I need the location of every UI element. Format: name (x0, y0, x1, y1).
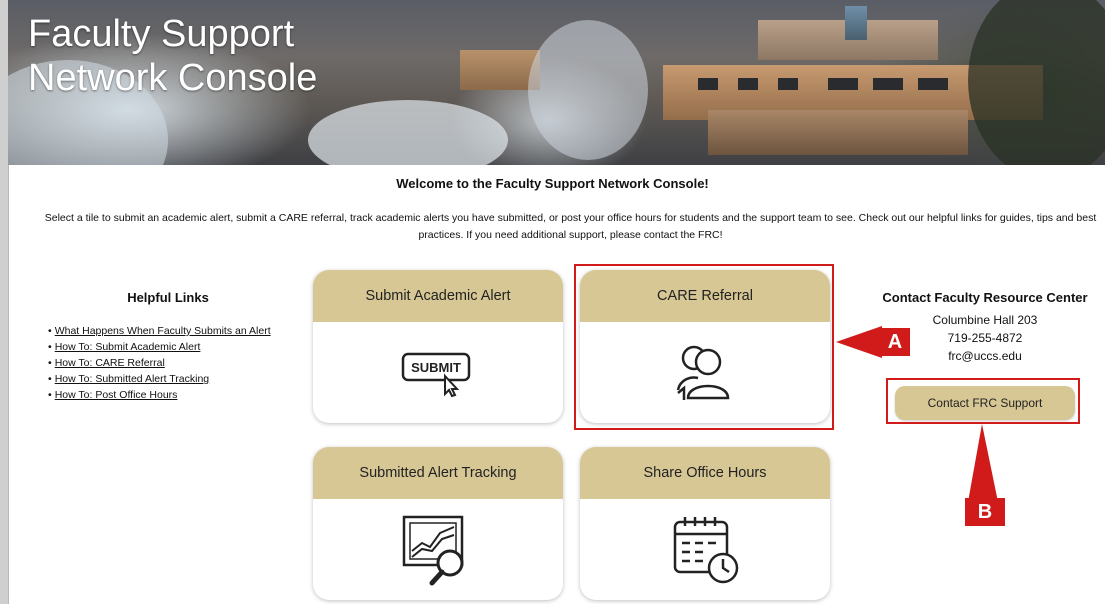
bullet: • (48, 325, 52, 337)
helpful-links-list: • What Happens When Faculty Submits an Al… (48, 323, 288, 403)
alert-tracking-icon (402, 515, 464, 585)
callout-b-label: B (965, 498, 1005, 526)
banner-title-line1: Faculty Support (28, 13, 295, 55)
list-item: • How To: Post Office Hours (48, 387, 288, 403)
calendar-clock-icon (673, 516, 739, 583)
tile-icon-area (580, 499, 830, 600)
callout-a-label: A (880, 328, 910, 356)
tile-title: Share Office Hours (580, 447, 830, 499)
tile-submit-academic-alert[interactable]: Submit Academic Alert SUBMIT (313, 270, 563, 423)
list-item: • How To: Submit Academic Alert (48, 339, 288, 355)
page-frame: Faculty Support Network Console Welcome … (0, 0, 1105, 604)
banner-title-line2: Network Console (28, 57, 318, 99)
helpful-links-title: Helpful Links (127, 290, 209, 305)
link-howto-office-hours[interactable]: How To: Post Office Hours (55, 389, 178, 401)
list-item: • What Happens When Faculty Submits an Al… (48, 323, 288, 339)
tile-icon-area (313, 499, 563, 600)
submit-icon: SUBMIT (401, 352, 471, 397)
submit-icon-text: SUBMIT (411, 360, 461, 375)
link-howto-care-referral[interactable]: How To: CARE Referral (55, 357, 165, 369)
helpful-links-panel: Helpful Links • What Happens When Faculty… (48, 290, 288, 403)
link-faculty-alert-process[interactable]: What Happens When Faculty Submits an Ale… (55, 325, 271, 337)
header-banner: Faculty Support Network Console (8, 0, 1105, 165)
link-howto-alert-tracking[interactable]: How To: Submitted Alert Tracking (55, 373, 209, 385)
contact-title: Contact Faculty Resource Center (882, 290, 1088, 305)
callout-b-arrow (968, 424, 998, 502)
welcome-heading: Welcome to the Faculty Support Network C… (396, 176, 709, 191)
bullet: • (48, 357, 52, 369)
intro-text: Select a tile to submit an academic aler… (44, 212, 1097, 241)
tile-icon-area: SUBMIT (313, 322, 563, 423)
tile-title: Submit Academic Alert (313, 270, 563, 322)
list-item: • How To: Submitted Alert Tracking (48, 371, 288, 387)
tile-share-office-hours[interactable]: Share Office Hours (580, 447, 830, 600)
banner-title: Faculty Support Network Console (28, 12, 388, 100)
bullet: • (48, 341, 52, 353)
bullet: • (48, 389, 52, 401)
bullet: • (48, 373, 52, 385)
link-howto-submit-alert[interactable]: How To: Submit Academic Alert (55, 341, 201, 353)
tile-submitted-alert-tracking[interactable]: Submitted Alert Tracking (313, 447, 563, 600)
highlight-box-a (574, 264, 834, 430)
contact-location: Columbine Hall 203 (932, 313, 1038, 327)
list-item: • How To: CARE Referral (48, 355, 288, 371)
tile-title: Submitted Alert Tracking (313, 447, 563, 499)
highlight-box-b (886, 378, 1080, 424)
